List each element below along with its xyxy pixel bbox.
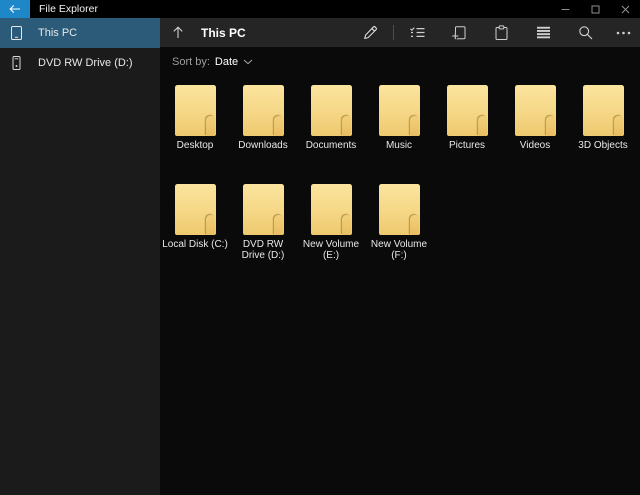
- paste-button[interactable]: [480, 18, 522, 47]
- app-body: This PC DVD RW Drive (D:) This PC: [0, 18, 640, 495]
- folder-item-desktop[interactable]: Desktop: [161, 85, 229, 151]
- list-view-icon: [536, 26, 551, 39]
- folder-label: Local Disk (C:): [162, 239, 228, 250]
- folder-icon: [311, 85, 352, 136]
- toolbar-actions: [349, 18, 640, 47]
- folder-icon: [175, 85, 216, 136]
- up-navigation-button[interactable]: [166, 18, 190, 47]
- folder-icon: [311, 184, 352, 235]
- paste-clipboard-icon: [494, 25, 509, 41]
- sidebar-item-label: This PC: [38, 27, 77, 39]
- titlebar: File Explorer: [0, 0, 640, 18]
- folder-label: 3D Objects: [578, 140, 627, 151]
- folder-item-documents[interactable]: Documents: [297, 85, 365, 151]
- close-icon: [621, 5, 630, 14]
- folder-icon: [175, 184, 216, 235]
- folder-item-dvd-rw-drive-d[interactable]: DVD RW Drive (D:): [229, 184, 297, 261]
- toolbar-separator: [393, 25, 394, 40]
- maximize-icon: [591, 5, 600, 14]
- minimize-icon: [561, 5, 570, 14]
- folder-grid-row-2: Local Disk (C:) DVD RW Drive (D:) New Vo…: [161, 184, 640, 261]
- folder-icon: [515, 85, 556, 136]
- folder-icon: [447, 85, 488, 136]
- folder-label: Music: [386, 140, 412, 151]
- folder-icon: [243, 184, 284, 235]
- list-view-button[interactable]: [522, 18, 564, 47]
- sort-by-value: Date: [215, 56, 238, 68]
- file-explorer-window: File Explorer This PC: [0, 0, 640, 495]
- folder-label: New Volume (E:): [298, 239, 364, 261]
- sidebar-item-this-pc[interactable]: This PC: [0, 18, 160, 48]
- caption-buttons: [550, 0, 640, 18]
- folder-item-local-disk-c[interactable]: Local Disk (C:): [161, 184, 229, 261]
- new-item-icon: [451, 25, 467, 41]
- minimize-button[interactable]: [550, 0, 580, 18]
- folder-item-pictures[interactable]: Pictures: [433, 85, 501, 151]
- folder-item-new-volume-e[interactable]: New Volume (E:): [297, 184, 365, 261]
- folder-label: DVD RW Drive (D:): [230, 239, 296, 261]
- folder-icon: [379, 85, 420, 136]
- up-arrow-icon: [172, 26, 184, 39]
- toolbar: This PC: [160, 18, 640, 47]
- folder-content: Sort by: Date Desktop Downloads: [160, 47, 640, 495]
- folder-item-3d-objects[interactable]: 3D Objects: [569, 85, 637, 151]
- folder-icon: [243, 85, 284, 136]
- folder-label: Videos: [520, 140, 550, 151]
- folder-item-new-volume-f[interactable]: New Volume (F:): [365, 184, 433, 261]
- pc-tablet-icon: [9, 25, 24, 41]
- dvd-drive-icon: [9, 55, 24, 71]
- sidebar-item-label: DVD RW Drive (D:): [38, 57, 133, 69]
- folder-item-videos[interactable]: Videos: [501, 85, 569, 151]
- sidebar-item-dvd-drive[interactable]: DVD RW Drive (D:): [0, 48, 160, 78]
- search-icon: [578, 25, 593, 40]
- sort-by-label: Sort by:: [172, 56, 210, 68]
- multi-select-icon: [409, 26, 425, 39]
- window-title: File Explorer: [39, 0, 98, 18]
- new-item-button[interactable]: [438, 18, 480, 47]
- search-button[interactable]: [564, 18, 606, 47]
- folder-icon: [583, 85, 624, 136]
- folder-icon: [379, 184, 420, 235]
- folder-label: Downloads: [238, 140, 287, 151]
- edit-pencil-icon: [363, 25, 378, 40]
- folder-label: Documents: [306, 140, 357, 151]
- maximize-button[interactable]: [580, 0, 610, 18]
- sort-by-dropdown[interactable]: Sort by: Date: [172, 55, 253, 69]
- multi-select-button[interactable]: [396, 18, 438, 47]
- sidebar: This PC DVD RW Drive (D:): [0, 18, 160, 495]
- folder-item-downloads[interactable]: Downloads: [229, 85, 297, 151]
- folder-label: Pictures: [449, 140, 485, 151]
- chevron-down-icon: [243, 59, 253, 65]
- back-arrow-icon: [9, 4, 21, 14]
- folder-label: Desktop: [177, 140, 214, 151]
- back-button[interactable]: [0, 0, 30, 18]
- folder-label: New Volume (F:): [366, 239, 432, 261]
- edit-button[interactable]: [349, 18, 391, 47]
- see-more-button[interactable]: [606, 18, 640, 47]
- close-button[interactable]: [610, 0, 640, 18]
- ellipsis-icon: [616, 31, 631, 35]
- main-pane: This PC: [160, 18, 640, 495]
- location-title: This PC: [201, 26, 246, 40]
- folder-grid-row-1: Desktop Downloads Documents Music: [161, 85, 640, 151]
- folder-item-music[interactable]: Music: [365, 85, 433, 151]
